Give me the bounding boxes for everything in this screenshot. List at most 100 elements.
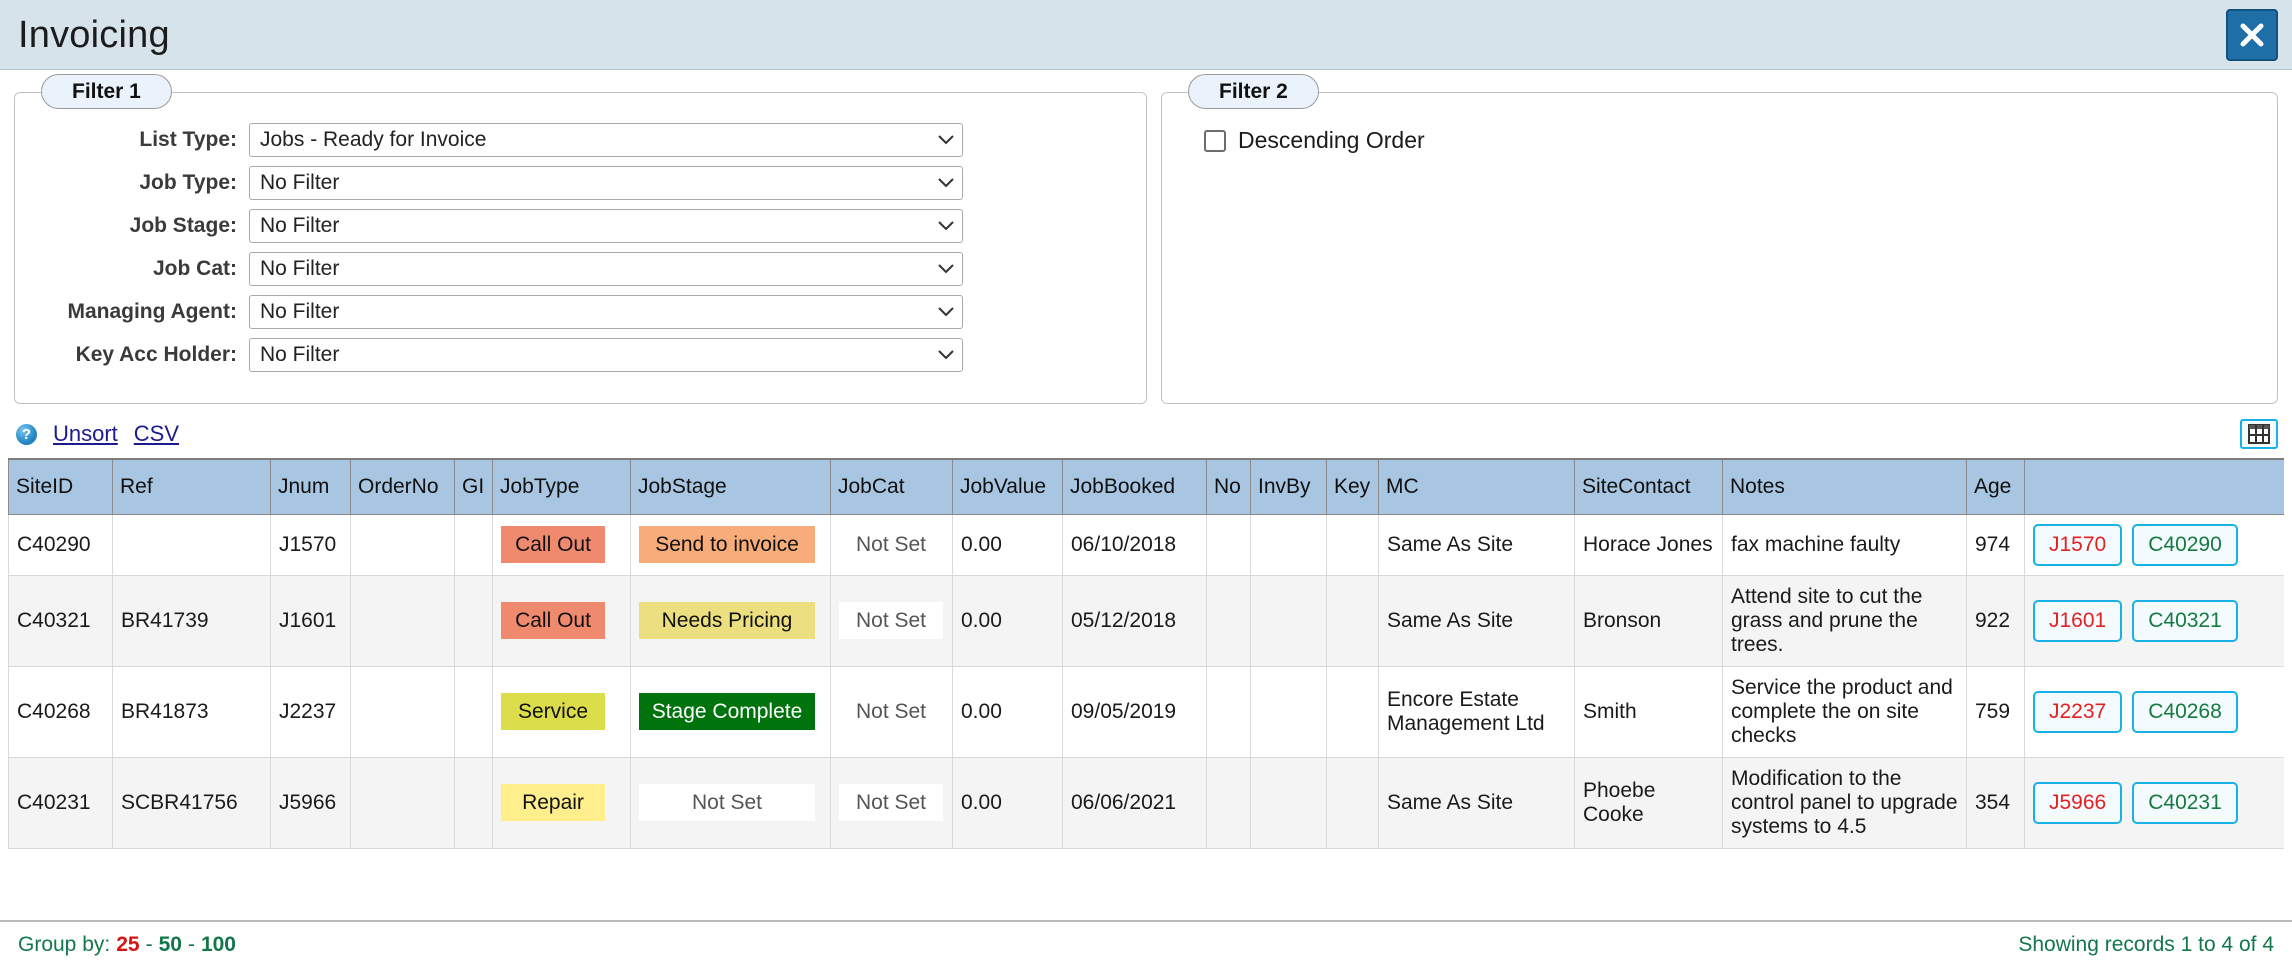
key-acc-holder-value: No Filter xyxy=(260,343,340,366)
list-type-value: Jobs - Ready for Invoice xyxy=(260,128,487,151)
jobtype-badge: Service xyxy=(501,692,605,731)
col-jobstage[interactable]: JobStage xyxy=(630,460,831,515)
col-jobtype[interactable]: JobType xyxy=(492,460,631,515)
column-chooser-button[interactable] xyxy=(2240,419,2278,449)
group-by-100[interactable]: 100 xyxy=(201,933,236,957)
open-job-button[interactable]: J2237 xyxy=(2033,690,2123,733)
help-icon[interactable]: ? xyxy=(16,423,37,445)
jobtype-badge: Call Out xyxy=(501,525,605,564)
open-job-button[interactable]: J5966 xyxy=(2033,781,2123,824)
chevron-down-icon xyxy=(938,350,954,360)
managing-agent-select[interactable]: No Filter xyxy=(249,295,963,329)
open-site-button[interactable]: C40321 xyxy=(2132,599,2238,642)
cell-key xyxy=(1326,756,1379,849)
row-action-group: J1570 C40290 xyxy=(2033,523,2276,566)
col-jobcat[interactable]: JobCat xyxy=(830,460,953,515)
cell-jnum: J2237 xyxy=(270,665,351,758)
cell-actions: J1601 C40321 xyxy=(2024,574,2284,667)
chevron-down-icon xyxy=(938,178,954,188)
cell-jobtype: Service xyxy=(492,665,631,758)
job-stage-select[interactable]: No Filter xyxy=(249,209,963,243)
table-toolbar: ? Unsort CSV xyxy=(0,412,2292,458)
cell-no xyxy=(1206,513,1251,576)
group-by-25[interactable]: 25 xyxy=(116,933,139,957)
cell-siteid: C40290 xyxy=(8,513,113,576)
open-job-button[interactable]: J1570 xyxy=(2033,523,2123,566)
col-age[interactable]: Age xyxy=(1966,460,2025,515)
table-row[interactable]: C40268 BR41873 J2237 Service Stage Complete N… xyxy=(8,665,2284,758)
col-notes[interactable]: Notes xyxy=(1722,460,1967,515)
job-type-label: Job Type: xyxy=(139,171,237,194)
descending-order-label: Descending Order xyxy=(1238,127,1425,153)
cell-jobcat: Not Set xyxy=(830,665,953,758)
table-row[interactable]: C40290 J1570 Call Out Send to invoice Not Se… xyxy=(8,513,2284,576)
cell-jobvalue: 0.00 xyxy=(952,665,1063,758)
managing-agent-label: Managing Agent: xyxy=(67,300,237,323)
descending-order-checkbox[interactable] xyxy=(1204,129,1226,152)
cell-no xyxy=(1206,756,1251,849)
job-cat-value: No Filter xyxy=(260,257,340,280)
list-type-label: List Type: xyxy=(139,128,237,151)
jobstage-badge: Not Set xyxy=(639,783,815,822)
filter-row-managing-agent: Managing Agent: No Filter xyxy=(31,295,1130,329)
table-header-row: SiteID Ref Jnum OrderNo GI JobType JobSt… xyxy=(8,460,2284,515)
col-gi[interactable]: GI xyxy=(454,460,493,515)
csv-link[interactable]: CSV xyxy=(134,421,179,447)
toolbar-left-group: ? Unsort CSV xyxy=(16,421,179,447)
cell-jnum: J5966 xyxy=(270,756,351,849)
col-orderno[interactable]: OrderNo xyxy=(350,460,455,515)
col-no[interactable]: No xyxy=(1206,460,1251,515)
open-site-button[interactable]: C40290 xyxy=(2132,523,2238,566)
page-title: Invoicing xyxy=(18,13,170,56)
close-button[interactable] xyxy=(2226,8,2278,61)
col-mc[interactable]: MC xyxy=(1378,460,1575,515)
table-row[interactable]: C40231 SCBR41756 J5966 Repair Not Set Not Set… xyxy=(8,756,2284,849)
job-type-select[interactable]: No Filter xyxy=(249,166,963,200)
col-jobvalue[interactable]: JobValue xyxy=(952,460,1063,515)
col-jobbooked[interactable]: JobBooked xyxy=(1062,460,1207,515)
cell-jobstage: Send to invoice xyxy=(630,513,831,576)
group-by-50[interactable]: 50 xyxy=(159,933,182,957)
open-site-button[interactable]: C40231 xyxy=(2132,781,2238,824)
col-siteid[interactable]: SiteID xyxy=(8,460,113,515)
table-row[interactable]: C40321 BR41739 J1601 Call Out Needs Pricing N… xyxy=(8,574,2284,667)
cell-jobtype: Repair xyxy=(492,756,631,849)
cell-mc: Same As Site xyxy=(1378,513,1575,576)
col-sitecontact[interactable]: SiteContact xyxy=(1574,460,1723,515)
open-site-button[interactable]: C40268 xyxy=(2132,690,2238,733)
open-job-button[interactable]: J1601 xyxy=(2033,599,2123,642)
cell-ref: BR41873 xyxy=(112,665,271,758)
unsort-link[interactable]: Unsort xyxy=(53,421,118,447)
cell-sitecontact: Smith xyxy=(1574,665,1723,758)
cell-ref xyxy=(112,513,271,576)
cell-invby xyxy=(1250,756,1327,849)
job-stage-value: No Filter xyxy=(260,214,340,237)
cell-jobtype: Call Out xyxy=(492,513,631,576)
row-action-group: J5966 C40231 xyxy=(2033,781,2276,824)
cell-notes: Modification to the control panel to upg… xyxy=(1722,756,1967,849)
chevron-down-icon xyxy=(938,221,954,231)
key-acc-holder-select[interactable]: No Filter xyxy=(249,338,963,372)
cell-jobbooked: 09/05/2019 xyxy=(1062,665,1207,758)
close-icon xyxy=(2240,23,2264,46)
group-by-label: Group by: xyxy=(18,933,111,956)
col-jnum[interactable]: Jnum xyxy=(270,460,351,515)
cell-sitecontact: Bronson xyxy=(1574,574,1723,667)
cell-age: 922 xyxy=(1966,574,2025,667)
filter-row-job-type: Job Type: No Filter xyxy=(31,166,1130,200)
col-key[interactable]: Key xyxy=(1326,460,1379,515)
job-cat-select[interactable]: No Filter xyxy=(249,252,963,286)
list-type-select[interactable]: Jobs - Ready for Invoice xyxy=(249,123,963,157)
jobstage-badge: Stage Complete xyxy=(639,692,815,731)
cell-mc: Encore Estate Management Ltd xyxy=(1378,665,1575,758)
cell-actions: J5966 C40231 xyxy=(2024,756,2284,849)
descending-order-row: Descending Order xyxy=(1204,127,2261,154)
jobtype-badge: Repair xyxy=(501,783,605,822)
jobcat-badge: Not Set xyxy=(839,525,943,564)
group-by-separator-2: - xyxy=(187,933,195,956)
cell-jnum: J1601 xyxy=(270,574,351,667)
cell-age: 354 xyxy=(1966,756,2025,849)
col-invby[interactable]: InvBy xyxy=(1250,460,1327,515)
jobstage-badge: Send to invoice xyxy=(639,525,815,564)
col-ref[interactable]: Ref xyxy=(112,460,271,515)
